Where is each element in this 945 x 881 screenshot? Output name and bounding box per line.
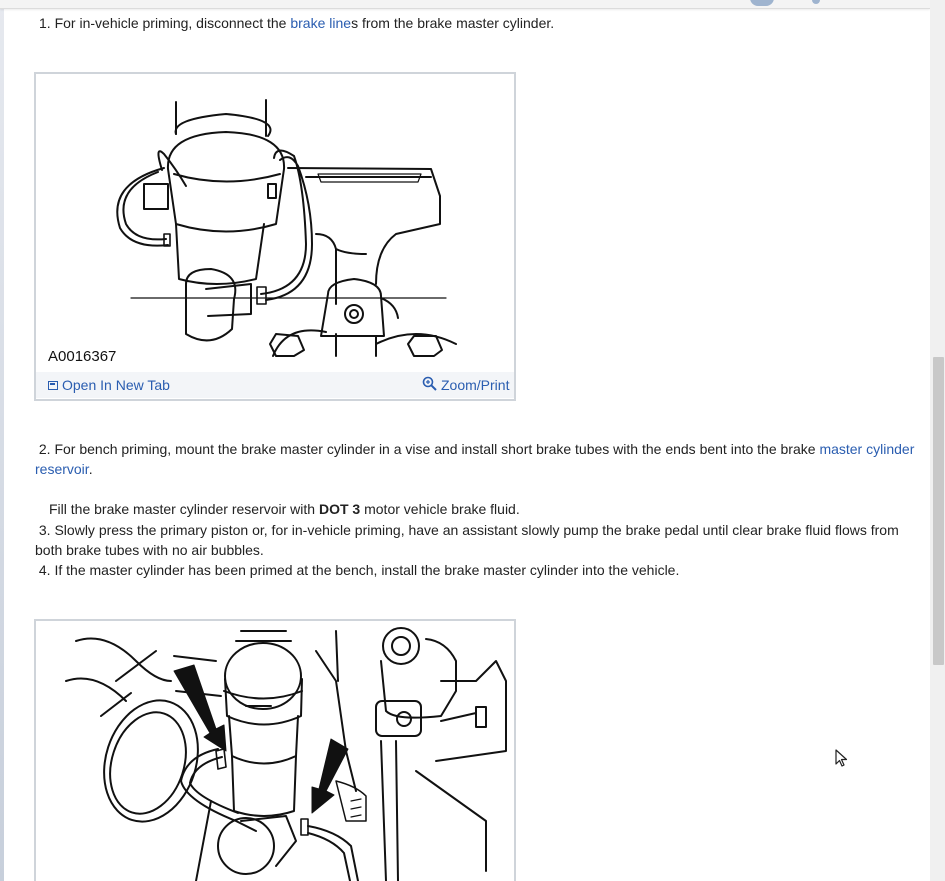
step-3: 3. Slowly press the primary piston or, f… <box>35 520 920 560</box>
step-number: 1. <box>39 15 51 31</box>
step-4: 4. If the master cylinder has been prime… <box>35 560 679 580</box>
step-text: If the master cylinder has been primed a… <box>54 562 680 578</box>
step-2: 2. For bench priming, mount the brake ma… <box>35 439 915 479</box>
zoom-print-label: Zoom/Print <box>441 377 510 393</box>
page-left-edge <box>0 0 4 881</box>
fill-note-text: motor vehicle brake fluid. <box>360 501 520 517</box>
fill-note: Fill the brake master cylinder reservoir… <box>49 499 520 519</box>
menu-icon[interactable] <box>812 0 820 4</box>
step-text: Slowly press the primary piston or, for … <box>35 522 899 558</box>
step-text: . <box>88 461 93 477</box>
step-text: s from the brake master cylinder. <box>351 15 555 31</box>
scrollbar-thumb[interactable] <box>933 357 944 665</box>
step-text: For bench priming, mount the brake maste… <box>54 441 820 457</box>
mouse-pointer-icon <box>835 749 848 767</box>
master-cylinder-installed-illustration <box>65 627 507 881</box>
step-number: 4. <box>38 562 51 578</box>
figure-1: A0016367 Open In New Tab Zoom/Print <box>34 72 516 401</box>
figure-2 <box>34 619 516 881</box>
zoom-icon <box>422 376 437 391</box>
brake-line-link[interactable]: brake line <box>290 15 351 31</box>
step-1: 1. For in-vehicle priming, disconnect th… <box>39 13 554 33</box>
open-in-new-tab-icon <box>48 380 58 390</box>
step-text: For in-vehicle priming, disconnect the <box>54 15 291 31</box>
fluid-type: DOT 3 <box>318 501 361 517</box>
figure-toolbar: Open In New Tab Zoom/Print <box>36 372 514 398</box>
open-in-new-tab-link[interactable]: Open In New Tab <box>48 377 170 393</box>
master-cylinder-lines-illustration <box>116 99 457 357</box>
open-in-new-tab-label: Open In New Tab <box>62 377 170 393</box>
figure-caption: A0016367 <box>48 348 117 365</box>
fill-note-text: Fill the brake master cylinder reservoir… <box>49 501 319 517</box>
account-icon[interactable] <box>750 0 774 6</box>
top-bar <box>0 0 930 9</box>
zoom-print-link[interactable]: Zoom/Print <box>422 373 509 393</box>
step-number: 3. <box>38 522 51 538</box>
step-number: 2. <box>38 441 51 457</box>
